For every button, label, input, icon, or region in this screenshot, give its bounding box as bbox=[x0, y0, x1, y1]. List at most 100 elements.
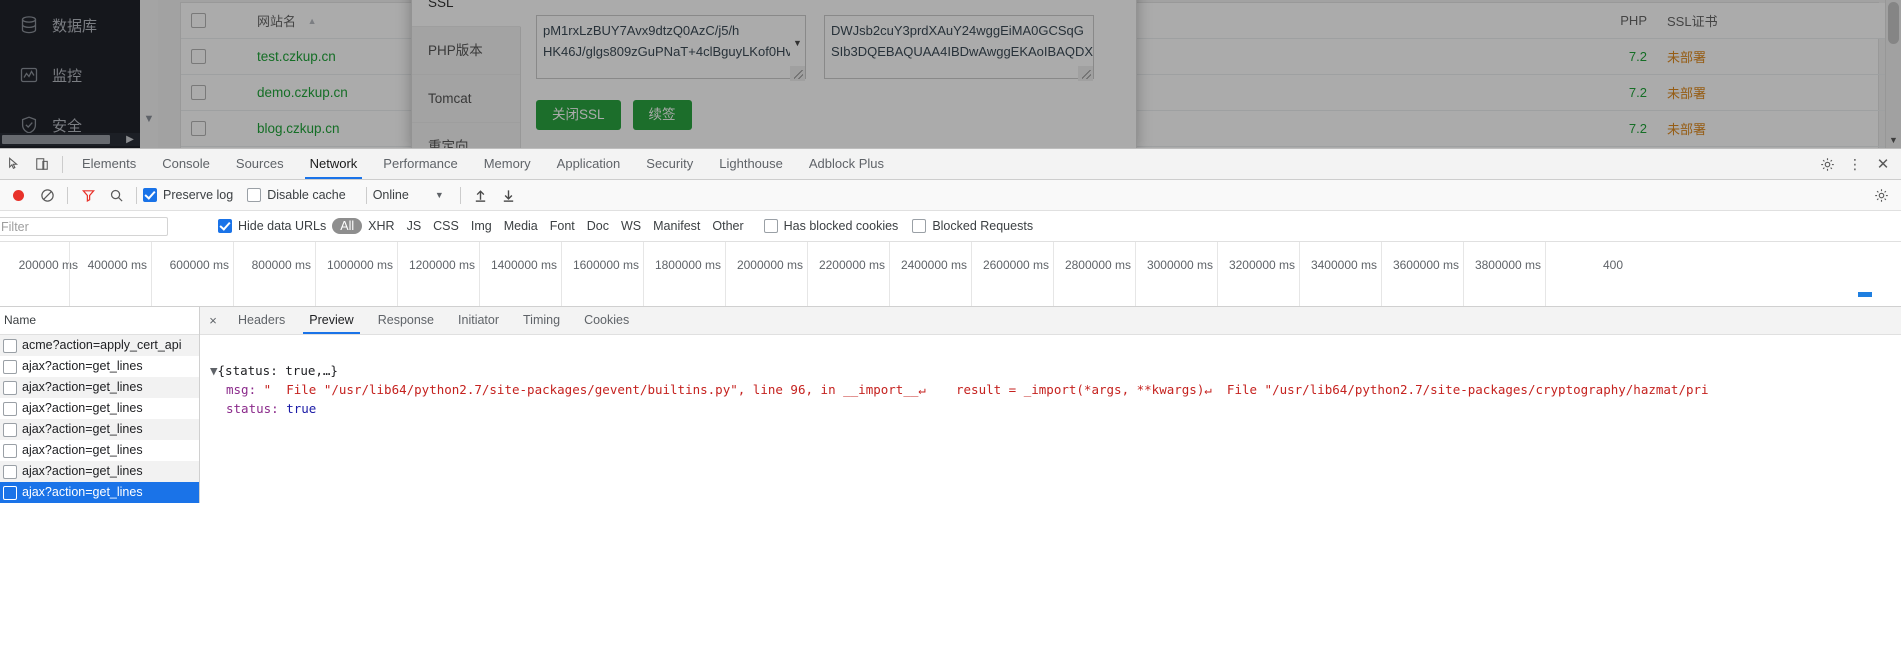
tab-memory[interactable]: Memory bbox=[471, 149, 544, 179]
hide-data-urls-checkbox[interactable] bbox=[218, 219, 232, 233]
preview-json-viewer[interactable]: ▼{status: true,…} msg: " File "/usr/lib6… bbox=[200, 335, 1901, 437]
row-checkbox[interactable] bbox=[3, 401, 17, 416]
site-link[interactable]: blog.czkup.cn bbox=[257, 121, 340, 136]
gear-icon[interactable] bbox=[1813, 150, 1841, 178]
hide-data-urls-toggle[interactable]: Hide data URLs bbox=[218, 219, 326, 233]
search-icon[interactable] bbox=[102, 181, 130, 209]
list-item[interactable]: ajax?action=get_lines bbox=[0, 440, 199, 461]
filter-type-xhr[interactable]: XHR bbox=[362, 219, 400, 233]
list-item-selected[interactable]: ajax?action=get_lines bbox=[0, 482, 199, 503]
detail-tab-preview[interactable]: Preview bbox=[297, 307, 365, 334]
close-ssl-button[interactable]: 关闭SSL bbox=[536, 100, 621, 130]
ssl-status[interactable]: 未部署 bbox=[1667, 122, 1706, 137]
tab-security[interactable]: Security bbox=[633, 149, 706, 179]
tab-console[interactable]: Console bbox=[149, 149, 223, 179]
filter-type-css[interactable]: CSS bbox=[427, 219, 465, 233]
cert-textarea-resize-handle[interactable] bbox=[1078, 66, 1093, 81]
sort-asc-icon[interactable]: ▲ bbox=[308, 16, 317, 26]
row-checkbox[interactable] bbox=[3, 464, 17, 479]
tab-sources[interactable]: Sources bbox=[223, 149, 297, 179]
list-item[interactable]: ajax?action=get_lines bbox=[0, 398, 199, 419]
detail-tab-headers[interactable]: Headers bbox=[226, 307, 297, 334]
tab-performance[interactable]: Performance bbox=[370, 149, 470, 179]
row-checkbox[interactable] bbox=[191, 48, 206, 64]
list-item[interactable]: ajax?action=get_lines bbox=[0, 461, 199, 482]
disable-cache-toggle[interactable]: Disable cache bbox=[247, 188, 346, 202]
certificate-textarea[interactable]: DWJsb2cuY3prdXAuY24wggEiMA0GCSqG SIb3DQE… bbox=[824, 15, 1094, 79]
modal-tab-php-version[interactable]: PHP版本 bbox=[412, 27, 520, 75]
download-har-icon[interactable] bbox=[495, 181, 523, 209]
detail-tab-timing[interactable]: Timing bbox=[511, 307, 572, 334]
tab-lighthouse[interactable]: Lighthouse bbox=[706, 149, 796, 179]
chevron-down-icon[interactable]: ▼ bbox=[435, 190, 444, 200]
filter-type-font[interactable]: Font bbox=[544, 219, 581, 233]
ssl-status[interactable]: 未部署 bbox=[1667, 86, 1706, 101]
blocked-requests-toggle[interactable]: Blocked Requests bbox=[912, 219, 1033, 233]
key-textarea-resize-handle[interactable] bbox=[790, 66, 805, 81]
record-button[interactable] bbox=[13, 189, 24, 201]
row-checkbox[interactable] bbox=[3, 422, 17, 437]
ssl-status[interactable]: 未部署 bbox=[1667, 50, 1706, 65]
sidebar-item-database[interactable]: 数据库 bbox=[0, 0, 140, 50]
filter-icon[interactable] bbox=[74, 181, 102, 209]
preserve-log-toggle[interactable]: Preserve log bbox=[143, 188, 233, 202]
tab-adblock-plus[interactable]: Adblock Plus bbox=[796, 149, 897, 179]
inspect-element-icon[interactable] bbox=[0, 150, 28, 178]
list-item[interactable]: acme?action=apply_cert_api bbox=[0, 335, 199, 356]
network-settings-icon[interactable] bbox=[1867, 181, 1895, 209]
has-blocked-cookies-checkbox[interactable] bbox=[763, 219, 778, 233]
page-vertical-scrollbar[interactable]: ▼ bbox=[1885, 0, 1901, 148]
filter-type-js[interactable]: JS bbox=[401, 219, 428, 233]
modal-tab-ssl[interactable]: SSL bbox=[412, 0, 521, 27]
renew-cert-button[interactable]: 续签 bbox=[632, 100, 692, 130]
sidebar-collapse-caret-icon[interactable]: ▼ bbox=[140, 110, 158, 128]
expand-triangle-icon[interactable]: ▼ bbox=[210, 363, 218, 378]
close-detail-icon[interactable]: × bbox=[200, 313, 226, 328]
detail-tab-response[interactable]: Response bbox=[366, 307, 446, 334]
throttling-select[interactable]: Online ▼ bbox=[373, 188, 444, 202]
row-checkbox[interactable] bbox=[191, 84, 206, 100]
row-checkbox[interactable] bbox=[3, 338, 17, 353]
sidebar-horizontal-scrollbar[interactable]: ▶ bbox=[0, 133, 140, 146]
disable-cache-checkbox[interactable] bbox=[247, 188, 262, 202]
request-list-header[interactable]: Name bbox=[0, 307, 199, 335]
site-link[interactable]: demo.czkup.cn bbox=[257, 85, 348, 100]
tab-elements[interactable]: Elements bbox=[69, 149, 149, 179]
detail-tab-initiator[interactable]: Initiator bbox=[446, 307, 511, 334]
filter-input[interactable]: Filter bbox=[0, 216, 168, 236]
select-all-checkbox[interactable] bbox=[191, 12, 206, 28]
private-key-textarea[interactable]: pM1rxLzBUY7Avx9dtzQ0AzC/j5/h HK46J/glgs8… bbox=[536, 15, 806, 79]
device-toolbar-icon[interactable] bbox=[28, 150, 56, 178]
blocked-requests-checkbox[interactable] bbox=[912, 219, 927, 233]
filter-type-doc[interactable]: Doc bbox=[581, 219, 615, 233]
detail-tab-cookies[interactable]: Cookies bbox=[572, 307, 641, 334]
row-checkbox[interactable] bbox=[3, 485, 17, 500]
filter-type-all[interactable]: All bbox=[332, 218, 363, 234]
row-checkbox[interactable] bbox=[191, 120, 206, 136]
tab-application[interactable]: Application bbox=[544, 149, 634, 179]
row-checkbox[interactable] bbox=[3, 443, 17, 458]
site-link[interactable]: test.czkup.cn bbox=[257, 49, 336, 64]
close-devtools-icon[interactable]: ✕ bbox=[1869, 150, 1897, 178]
filter-type-manifest[interactable]: Manifest bbox=[647, 219, 706, 233]
filter-type-other[interactable]: Other bbox=[706, 219, 749, 233]
modal-tab-tomcat[interactable]: Tomcat bbox=[412, 75, 520, 123]
row-checkbox[interactable] bbox=[3, 359, 17, 374]
list-item[interactable]: ajax?action=get_lines bbox=[0, 377, 199, 398]
list-item[interactable]: ajax?action=get_lines bbox=[0, 356, 199, 377]
scroll-down-arrow-icon[interactable]: ▼ bbox=[1886, 133, 1901, 148]
filter-type-media[interactable]: Media bbox=[498, 219, 544, 233]
modal-tab-redirect[interactable]: 重定向 bbox=[412, 123, 520, 148]
network-overview-timeline[interactable]: 200000 ms 400000 ms 600000 ms 800000 ms … bbox=[0, 242, 1901, 307]
sidebar-item-monitor[interactable]: 监控 bbox=[0, 50, 140, 100]
filter-type-img[interactable]: Img bbox=[465, 219, 498, 233]
more-options-icon[interactable]: ⋮ bbox=[1841, 150, 1869, 178]
filter-type-ws[interactable]: WS bbox=[615, 219, 647, 233]
scroll-down-arrow-icon[interactable]: ▼ bbox=[790, 38, 805, 48]
upload-har-icon[interactable] bbox=[467, 181, 495, 209]
list-item[interactable]: ajax?action=get_lines bbox=[0, 419, 199, 440]
preserve-log-checkbox[interactable] bbox=[143, 188, 157, 202]
scroll-right-arrow-icon[interactable]: ▶ bbox=[122, 133, 138, 146]
row-checkbox[interactable] bbox=[3, 380, 17, 395]
has-blocked-cookies-toggle[interactable]: Has blocked cookies bbox=[763, 219, 898, 233]
